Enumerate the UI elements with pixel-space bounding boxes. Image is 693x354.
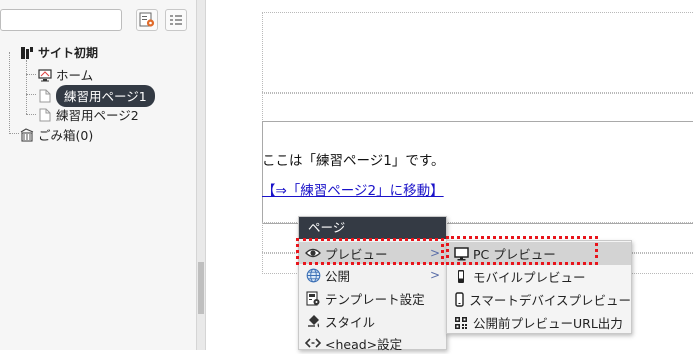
- qr-code-icon: [453, 315, 469, 331]
- preview-submenu: PC プレビュー モバイルプレビュー スマートデバイスプレビュー 公開前プレビュ…: [446, 240, 632, 334]
- preview-block-header[interactable]: [262, 12, 693, 94]
- submenu-item-label: モバイルプレビュー: [473, 270, 586, 285]
- context-menu-header: ページ: [299, 217, 446, 239]
- smart-device-icon: [453, 292, 465, 308]
- page2-link[interactable]: 【⇒「練習ページ2」に移動】: [262, 179, 444, 199]
- site-icon: [19, 45, 35, 61]
- sidebar: サイト初期 ホーム 練習用ページ1 練習用ページ2 ごみ箱(0): [0, 0, 196, 350]
- preview-block-content[interactable]: [262, 121, 693, 224]
- tree-item-label: ホーム: [56, 68, 94, 83]
- page-settings-button[interactable]: [136, 9, 158, 31]
- tree-item-trash[interactable]: ごみ箱(0): [19, 125, 93, 144]
- submenu-item-smart-device-preview[interactable]: スマートデバイスプレビュー: [447, 288, 631, 311]
- submenu-arrow-icon: >: [429, 268, 440, 282]
- menu-item-label: 公開: [325, 268, 351, 284]
- submenu-item-label: 公開前プレビューURL出力: [473, 316, 623, 331]
- page-settings-icon: [139, 12, 155, 28]
- menu-item-label: プレビュー: [325, 246, 388, 262]
- submenu-item-prepublish-url[interactable]: 公開前プレビューURL出力: [447, 311, 631, 334]
- list-icon: [169, 13, 183, 27]
- page-icon: [37, 107, 53, 123]
- panel-splitter[interactable]: [196, 0, 206, 350]
- globe-icon: [305, 267, 321, 283]
- submenu-item-label: スマートデバイスプレビュー: [469, 293, 631, 308]
- menu-item-template-settings[interactable]: テンプレート設定: [299, 287, 446, 309]
- menu-item-head-settings[interactable]: <head>設定: [299, 332, 446, 354]
- splitter-grip[interactable]: [198, 262, 204, 314]
- submenu-arrow-icon: >: [429, 246, 440, 260]
- eye-icon: [305, 245, 321, 261]
- preview-block-nav[interactable]: [262, 92, 693, 122]
- tree-item-home[interactable]: ホーム: [37, 65, 93, 84]
- tree-item-label: 練習用ページ1: [56, 85, 155, 107]
- submenu-item-pc-preview[interactable]: PC プレビュー: [447, 242, 631, 265]
- content-paragraph: ここは「練習ページ1」です。: [262, 153, 445, 169]
- tree-item-label: サイト初期: [38, 46, 99, 60]
- tree-item-label: ごみ箱(0): [38, 128, 94, 143]
- menu-item-publish[interactable]: 公開 >: [299, 264, 446, 286]
- code-icon: [305, 335, 321, 351]
- paint-bucket-icon: [305, 313, 321, 329]
- monitor-icon: [453, 246, 469, 262]
- submenu-item-mobile-preview[interactable]: モバイルプレビュー: [447, 265, 631, 288]
- menu-item-preview[interactable]: プレビュー >: [299, 242, 446, 264]
- menu-item-label: テンプレート設定: [325, 291, 425, 307]
- submenu-item-label: PC プレビュー: [473, 247, 556, 262]
- list-view-button[interactable]: [165, 9, 187, 31]
- tree-item-page2[interactable]: 練習用ページ2: [37, 105, 139, 124]
- menu-item-label: スタイル: [325, 314, 376, 330]
- tree-item-page1[interactable]: 練習用ページ1: [37, 85, 155, 107]
- menu-item-style[interactable]: スタイル: [299, 310, 446, 332]
- tree-item-site[interactable]: サイト初期: [19, 44, 98, 61]
- search-input[interactable]: [0, 9, 122, 31]
- trash-icon: [19, 127, 35, 143]
- template-icon: [305, 290, 321, 306]
- mobile-icon: [453, 269, 469, 285]
- page-icon: [37, 88, 53, 104]
- monitor-icon: [37, 67, 53, 83]
- tree-item-label: 練習用ページ2: [56, 108, 139, 123]
- context-menu: ページ プレビュー > 公開 > テンプレート設定 スタイル <head>設定: [298, 216, 447, 352]
